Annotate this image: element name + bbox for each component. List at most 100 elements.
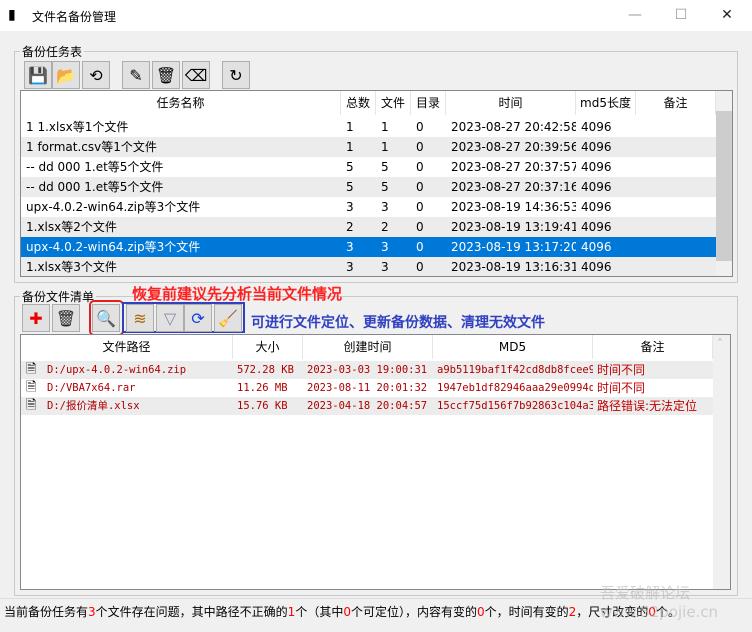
column-header[interactable]: md5长度	[576, 91, 636, 115]
task-cell-name: 1.xlsx等3个文件	[26, 260, 117, 274]
save-backup-icon: 💾	[28, 65, 48, 85]
task-table-header: 任务名称 总数 文件 目录 时间 md5长度 备注	[21, 91, 716, 115]
trash-button[interactable]: 🗑	[152, 61, 180, 89]
minimize-button[interactable]: —	[612, 0, 658, 31]
task-cell-time: 2023-08-27 20:39:56	[451, 140, 576, 154]
file-cell-note: 时间不同	[597, 381, 646, 395]
column-header[interactable]: 文件路径	[21, 335, 233, 359]
search-button[interactable]: 🔍	[92, 304, 120, 332]
task-cell-md5len: 4096	[581, 220, 612, 234]
status-text: 个（其中	[295, 605, 344, 619]
task-cell-name: -- dd 000 1.et等5个文件	[26, 180, 164, 194]
status-text: 个可定位），内容有变的	[350, 605, 477, 619]
save-backup-button[interactable]: 💾	[24, 61, 52, 89]
maximize-button[interactable]: ☐	[658, 0, 704, 31]
locate-file-button[interactable]: ▽	[156, 304, 184, 332]
save-open-button[interactable]: 📂	[52, 61, 80, 89]
locate-file-icon: ▽	[163, 308, 177, 328]
task-cell-md5len: 4096	[581, 180, 612, 194]
tasks-group-label: 备份任务表	[20, 43, 85, 60]
file-cell-md5: 15ccf75d156f7b92863c104a3	[437, 400, 593, 412]
column-header[interactable]: 文件	[376, 91, 411, 115]
task-cell-md5len: 4096	[581, 140, 612, 154]
task-cell-time: 2023-08-27 20:37:57	[451, 160, 576, 174]
task-cell-dirs: 0	[416, 220, 424, 234]
trash-button[interactable]: 🗑	[52, 304, 80, 332]
task-cell-files: 5	[381, 180, 389, 194]
task-row[interactable]: upx-4.0.2-win64.zip等3个文件 3 3 0 2023-08-19 13…	[21, 237, 716, 257]
hint-blue: 可进行文件定位、更新备份数据、清理无效文件	[251, 315, 545, 331]
column-header[interactable]: 备注	[636, 91, 716, 115]
task-cell-files: 3	[381, 200, 389, 214]
scrollbar-thumb[interactable]	[716, 111, 732, 261]
task-row[interactable]: 1.xlsx等2个文件 2 2 0 2023-08-19 13:19:41 4096	[21, 217, 716, 237]
column-header[interactable]: 时间	[446, 91, 576, 115]
task-cell-name: -- dd 000 1.et等5个文件	[26, 160, 164, 174]
file-cell-note: 路径错误:无法定位	[597, 399, 698, 413]
add-button[interactable]: ✚	[22, 304, 50, 332]
column-header[interactable]: 目录	[411, 91, 446, 115]
watermark: 吾爱破解论坛 www.52pojie.cn	[600, 584, 719, 621]
file-cell-ctime: 2023-03-03 19:00:31	[307, 364, 428, 376]
column-header[interactable]: 备注	[593, 335, 713, 359]
history-button[interactable]: ⟲	[82, 61, 110, 89]
task-row[interactable]: upx-4.0.2-win64.zip等3个文件 3 3 0 2023-08-19 14…	[21, 197, 716, 217]
file-cell-ctime: 2023-08-11 20:01:32	[307, 382, 428, 394]
task-row[interactable]: 1 1.xlsx等1个文件 1 1 0 2023-08-27 20:42:58 4096	[21, 117, 716, 137]
file-cell-note: 时间不同	[597, 363, 646, 377]
layers-icon: ≋	[133, 308, 147, 328]
file-cell-md5: 1947eb1df82946aaa29e0994d	[437, 382, 593, 394]
task-cell-dirs: 0	[416, 140, 424, 154]
task-cell-md5len: 4096	[581, 200, 612, 214]
refresh-button[interactable]: ↻	[222, 61, 250, 89]
close-button[interactable]: ✕	[704, 0, 750, 31]
task-row[interactable]: 1.xlsx等3个文件 3 3 0 2023-08-19 13:16:31 4096	[21, 257, 716, 276]
task-cell-dirs: 0	[416, 180, 424, 194]
task-cell-md5len: 4096	[581, 160, 612, 174]
trash-icon: 🗑	[155, 65, 177, 85]
column-header[interactable]: MD5	[433, 335, 593, 359]
column-header[interactable]: 大小	[233, 335, 303, 359]
task-cell-time: 2023-08-19 14:36:53	[451, 200, 576, 214]
task-row[interactable]: 1 format.csv等1个文件 1 1 0 2023-08-27 20:39:56 4…	[21, 137, 716, 157]
file-cell-md5: a9b5119baf1f42cd8db8fcee9	[437, 364, 593, 376]
task-cell-files: 5	[381, 160, 389, 174]
trash-icon: 🗑	[55, 308, 77, 328]
task-cell-name: 1 1.xlsx等1个文件	[26, 120, 129, 134]
file-table-scrollbar[interactable]: ˄	[713, 335, 730, 589]
title-bar: ▮ 文件名备份管理 — ☐ ✕	[0, 0, 752, 31]
status-text: 个，时间有变的	[484, 605, 569, 619]
file-row[interactable]: 🗎 D:/VBA7x64.rar 11.26 MB 2023-08-11 20:01:…	[21, 379, 713, 397]
clear-button[interactable]: ⌫	[182, 61, 210, 89]
task-cell-files: 3	[381, 240, 389, 254]
column-header[interactable]: 任务名称	[21, 91, 341, 115]
refresh-icon: ↻	[229, 65, 243, 85]
sync-button[interactable]: ⟳	[184, 304, 212, 332]
task-row[interactable]: -- dd 000 1.et等5个文件 5 5 0 2023-08-27 20:37:1…	[21, 177, 716, 197]
column-header[interactable]: 创建时间	[303, 335, 433, 359]
task-cell-dirs: 0	[416, 240, 424, 254]
file-icon: 🗎	[26, 380, 37, 395]
status-text: 个文件存在问题，其中路径不正确的	[95, 605, 288, 619]
broom-button[interactable]: 🧹	[214, 304, 242, 332]
hint-red: 恢复前建议先分析当前文件情况	[132, 285, 343, 303]
app-icon: ▮	[8, 7, 16, 23]
task-cell-time: 2023-08-19 13:17:20	[451, 240, 576, 254]
task-table-scrollbar[interactable]	[716, 91, 732, 276]
task-cell-dirs: 0	[416, 160, 424, 174]
task-cell-name: 1.xlsx等2个文件	[26, 220, 117, 234]
history-icon: ⟲	[89, 65, 103, 85]
file-cell-size: 15.76 KB	[237, 400, 288, 412]
edit-button[interactable]: ✎	[122, 61, 150, 89]
sync-icon: ⟳	[191, 308, 205, 328]
scroll-up-icon[interactable]: ˄	[717, 337, 723, 351]
file-row[interactable]: 🗎 D:/upx-4.0.2-win64.zip 572.28 KB 2023-03-…	[21, 361, 713, 379]
column-header[interactable]: 总数	[341, 91, 376, 115]
status-count: 0	[343, 605, 351, 619]
file-cell-path: D:/upx-4.0.2-win64.zip	[47, 364, 187, 376]
task-row[interactable]: -- dd 000 1.et等5个文件 5 5 0 2023-08-27 20:37:5…	[21, 157, 716, 177]
task-cell-time: 2023-08-27 20:37:16	[451, 180, 576, 194]
file-row[interactable]: 🗎 D:/报价清单.xlsx 15.76 KB 2023-04-18 20:04:57…	[21, 397, 713, 415]
broom-icon: 🧹	[218, 308, 238, 328]
layers-button[interactable]: ≋	[126, 304, 154, 332]
